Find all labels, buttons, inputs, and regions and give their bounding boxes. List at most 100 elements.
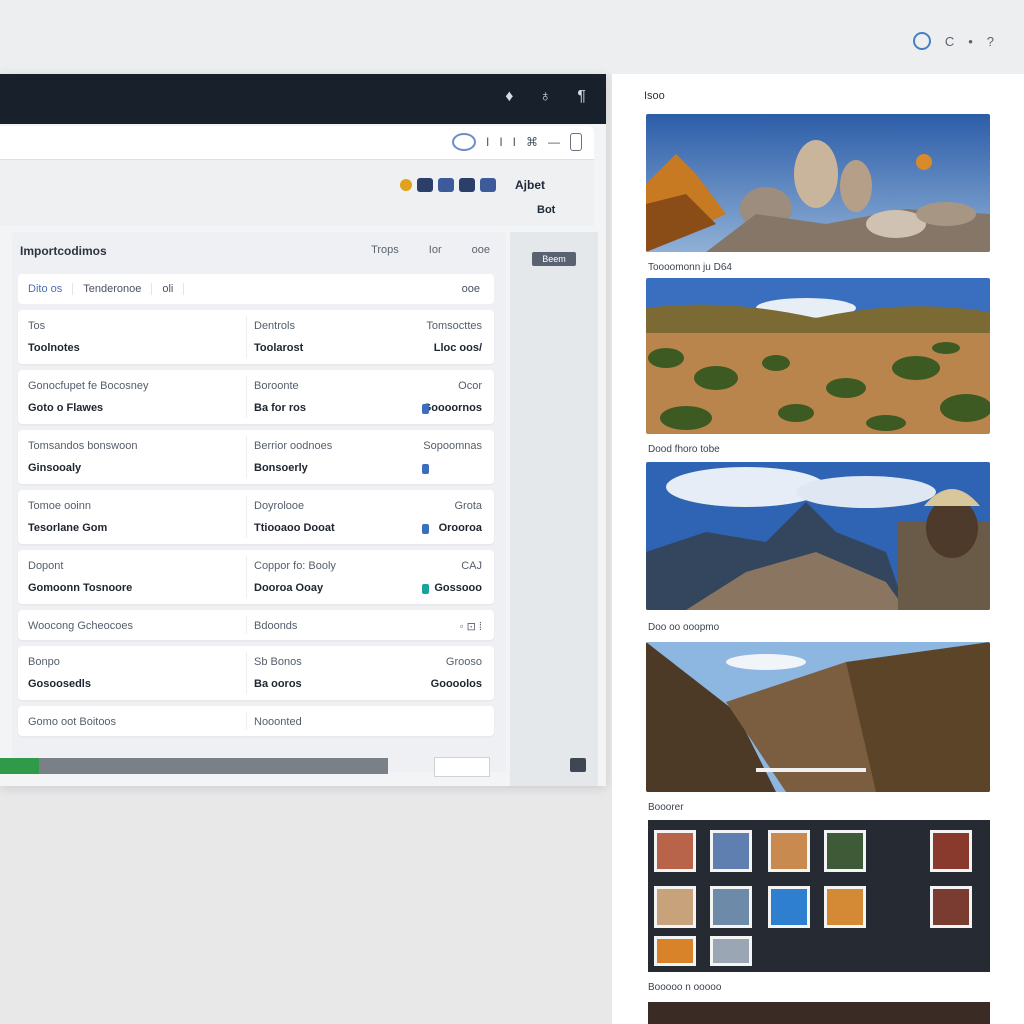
row-cell-title: Tos — [28, 320, 46, 332]
thumbnail[interactable] — [930, 830, 972, 872]
tray-item[interactable]: • — [968, 34, 973, 49]
thumbnail[interactable] — [768, 886, 810, 928]
system-tray: C • ? — [912, 32, 994, 50]
toolbar-label[interactable]: Ajbet — [515, 178, 545, 192]
addr-item[interactable]: I — [513, 135, 516, 149]
tab-0[interactable]: Dito os — [18, 283, 74, 295]
row-cell-title: Gomo oot Boitoos — [28, 716, 117, 728]
photo-caption: Doo oo ooopmo — [648, 622, 720, 633]
thumbnail[interactable] — [654, 830, 696, 872]
photo-mountain-portrait[interactable] — [646, 462, 990, 610]
addr-item[interactable]: I — [499, 135, 502, 149]
panel-link[interactable]: ooe — [472, 244, 490, 256]
row-cell-value: Ginsooaly — [28, 462, 82, 474]
share-icon[interactable] — [480, 178, 496, 192]
row-cell-status: Goooolos — [430, 678, 482, 690]
thumbnail[interactable] — [768, 830, 810, 872]
data-panel: Importcodimos Trops Ior ooe Dito os Tend… — [12, 232, 506, 772]
thumbnail[interactable] — [710, 830, 752, 872]
panel-title: Importcodimos — [20, 244, 107, 258]
thumbnail[interactable] — [654, 886, 696, 928]
profile-icon[interactable] — [451, 133, 476, 151]
progress-control[interactable] — [434, 757, 490, 777]
row-cell-title: Boroonte — [254, 380, 299, 392]
address-bar-icons: I I I ⌘ — — [451, 133, 582, 151]
thumbnail[interactable] — [654, 936, 696, 966]
photo-caption: Booorer — [648, 802, 684, 813]
thumbnail[interactable] — [930, 886, 972, 928]
photo-desert-valley[interactable] — [646, 278, 990, 434]
window-titlebar: ♦ ♁ ¶ — [0, 74, 606, 124]
tab-overflow[interactable]: ooe — [462, 283, 494, 295]
panel-link[interactable]: Trops — [371, 244, 399, 256]
panel-link[interactable]: Ior — [429, 244, 442, 256]
thumbnail-grid — [648, 820, 990, 972]
row-cell-title: Nooonted — [254, 716, 302, 728]
table-row[interactable]: Woocong Gcheocoes Bdoonds ◦ ⊡ ⁞ — [18, 610, 494, 640]
column-divider — [246, 496, 247, 538]
tab-1[interactable]: Tenderonoe — [73, 283, 153, 295]
photo-rock-formations[interactable] — [646, 114, 990, 252]
row-cell-value: Gosoosedls — [28, 678, 91, 690]
os-top-bar: C • ? — [0, 0, 1024, 74]
column-divider — [246, 376, 247, 418]
tray-item[interactable]: C — [945, 34, 954, 49]
document-icon[interactable] — [570, 133, 582, 151]
expand-icon[interactable] — [570, 758, 586, 772]
addr-tail: — — [548, 135, 560, 149]
sync-icon[interactable] — [912, 32, 931, 50]
table-row[interactable]: Bonpo Gosoosedls Sb Bonos Ba ooros Grooso Goo… — [18, 646, 494, 700]
refresh-icon[interactable]: ♁ — [539, 88, 551, 106]
pin-icon[interactable]: ♦ — [505, 88, 513, 106]
panel-tabs: Dito os Tenderonoe oli ooe — [18, 274, 494, 304]
table-row[interactable]: Tomoe ooinn Tesorlane Gom Doyrolooe Ttiooao… — [18, 490, 494, 544]
gallery-header: Isoo — [644, 90, 665, 102]
data-table: Tos Toolnotes Dentrols Toolarost Tomsocttes L… — [18, 310, 494, 742]
thumbnail[interactable] — [824, 886, 866, 928]
row-cell-status: CAJ — [461, 560, 482, 572]
layout-icon[interactable] — [438, 178, 454, 192]
row-cell-title: Dopont — [28, 560, 64, 572]
row-cell-title: Bdoonds — [254, 620, 298, 632]
column-divider — [246, 616, 247, 634]
addr-item[interactable]: ⌘ — [526, 135, 538, 149]
menu-icon[interactable]: ¶ — [577, 88, 586, 106]
column-divider — [246, 556, 247, 598]
photo-partial[interactable] — [648, 1002, 990, 1024]
table-row[interactable]: Gomo oot Boitoos Nooonted — [18, 706, 494, 736]
tab-2[interactable]: oli — [152, 283, 185, 295]
row-cell-title: Gonocfupet fe Bocosney — [28, 380, 149, 392]
thumbnail[interactable] — [824, 830, 866, 872]
column-divider — [246, 436, 247, 478]
table-row[interactable]: Tos Toolnotes Dentrols Toolarost Tomsocttes L… — [18, 310, 494, 364]
tray-item[interactable]: ? — [987, 34, 994, 49]
table-row[interactable]: Tomsandos bonswoon Ginsooaly Berrior oodno… — [18, 430, 494, 484]
panel-header: Importcodimos Trops Ior ooe — [12, 232, 506, 268]
thumbnail[interactable] — [710, 936, 752, 966]
toolbar-tools: Ajbet — [400, 178, 545, 192]
photo-caption: Booooo n ooooo — [648, 982, 722, 993]
status-dot-icon[interactable] — [400, 179, 412, 191]
photo-canyon[interactable] — [646, 642, 990, 792]
grid-icon[interactable] — [417, 178, 433, 192]
table-row[interactable]: Gonocfupet fe Bocosney Goto o Flawes Boroo… — [18, 370, 494, 424]
row-cell-status: ◦ ⊡ ⁞ — [459, 621, 482, 633]
image-icon[interactable] — [459, 178, 475, 192]
table-row[interactable]: Dopont Gomoonn Tosnoore Coppor fo: Booly Do… — [18, 550, 494, 604]
thumbnail[interactable] — [710, 886, 752, 928]
row-cell-value: Toolnotes — [28, 342, 80, 354]
progress-bar — [0, 758, 388, 774]
row-cell-title: Berrior oodnoes — [254, 440, 333, 452]
row-cell-value: Ttiooaoo Dooat — [254, 522, 335, 534]
side-chip-button[interactable]: Beem — [532, 252, 576, 266]
row-cell-status: Grota — [454, 500, 482, 512]
toolbar-sub-label[interactable]: Bot — [537, 204, 555, 216]
panel-links: Trops Ior ooe — [371, 244, 490, 256]
row-cell-value: Ba for ros — [254, 402, 306, 414]
row-cell-title: Tomsandos bonswoon — [28, 440, 138, 452]
row-marker-icon — [422, 464, 429, 474]
row-cell-status: Sopoomnas — [423, 440, 482, 452]
row-cell-status: Ocor — [458, 380, 482, 392]
addr-item[interactable]: I — [486, 135, 489, 149]
address-bar[interactable]: I I I ⌘ — — [0, 126, 594, 160]
